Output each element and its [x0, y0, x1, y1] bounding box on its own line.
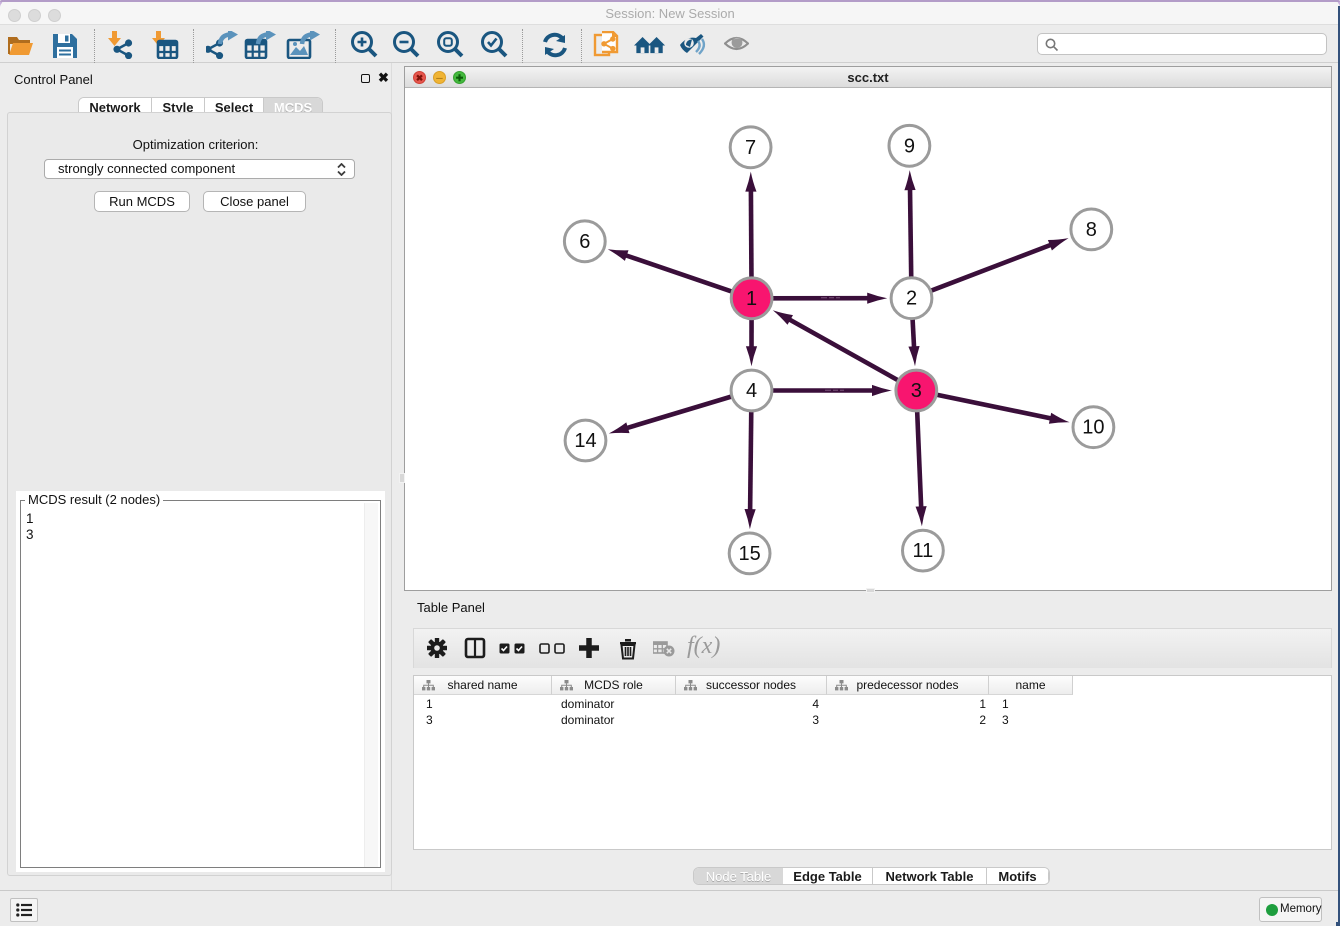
svg-text:4: 4 — [745, 380, 756, 402]
svg-text:11: 11 — [912, 540, 933, 562]
svg-text:14: 14 — [574, 430, 596, 452]
svg-text:6: 6 — [579, 230, 590, 252]
svg-text:8: 8 — [1085, 218, 1096, 240]
svg-text:10: 10 — [1082, 416, 1104, 438]
svg-text:15: 15 — [738, 542, 760, 564]
svg-text:1: 1 — [746, 287, 757, 309]
svg-text:2: 2 — [905, 287, 916, 309]
svg-text:7: 7 — [745, 136, 756, 158]
svg-text:9: 9 — [903, 135, 914, 157]
svg-text:3: 3 — [910, 380, 921, 402]
